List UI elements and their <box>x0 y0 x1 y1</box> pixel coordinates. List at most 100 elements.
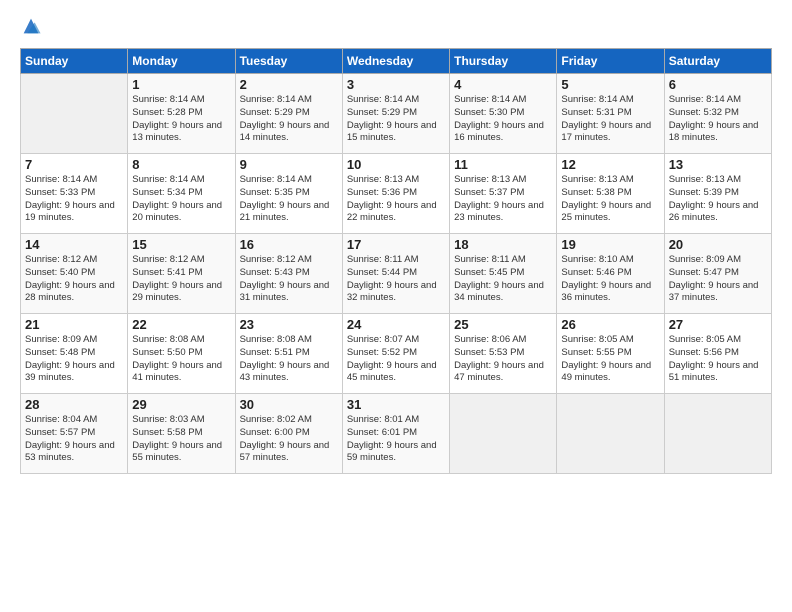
day-cell: 3 Sunrise: 8:14 AMSunset: 5:29 PMDaylight… <box>342 74 449 154</box>
day-number: 26 <box>561 317 659 332</box>
day-cell: 27Sunrise: 8:05 AMSunset: 5:56 PMDayligh… <box>664 314 771 394</box>
day-detail: Sunrise: 8:12 AMSunset: 5:40 PMDaylight:… <box>25 254 115 303</box>
day-number: 8 <box>132 157 230 172</box>
day-number: 4 <box>454 77 552 92</box>
day-detail: Sunrise: 8:12 AMSunset: 5:41 PMDaylight:… <box>132 254 222 303</box>
day-cell: 17Sunrise: 8:11 AMSunset: 5:44 PMDayligh… <box>342 234 449 314</box>
day-detail: Sunrise: 8:05 AMSunset: 5:56 PMDaylight:… <box>669 334 759 383</box>
calendar-page: SundayMondayTuesdayWednesdayThursdayFrid… <box>0 0 792 486</box>
day-number: 11 <box>454 157 552 172</box>
day-cell: 25 Sunrise: 8:06 AMSunset: 5:53 PMDayligh… <box>450 314 557 394</box>
day-number: 14 <box>25 237 123 252</box>
day-detail: Sunrise: 8:14 AMSunset: 5:28 PMDaylight:… <box>132 94 222 143</box>
day-cell: 7 Sunrise: 8:14 AMSunset: 5:33 PMDaylight… <box>21 154 128 234</box>
col-header-monday: Monday <box>128 49 235 74</box>
day-number: 29 <box>132 397 230 412</box>
day-detail: Sunrise: 8:14 AMSunset: 5:29 PMDaylight:… <box>347 94 437 143</box>
day-detail: Sunrise: 8:01 AMSunset: 6:01 PMDaylight:… <box>347 414 437 463</box>
day-cell: 5Sunrise: 8:14 AMSunset: 5:31 PMDaylight… <box>557 74 664 154</box>
day-cell: 31 Sunrise: 8:01 AMSunset: 6:01 PMDayligh… <box>342 394 449 474</box>
week-row-4: 21Sunrise: 8:09 AMSunset: 5:48 PMDayligh… <box>21 314 772 394</box>
week-row-1: 1 Sunrise: 8:14 AMSunset: 5:28 PMDaylight… <box>21 74 772 154</box>
day-number: 7 <box>25 157 123 172</box>
day-cell: 30 Sunrise: 8:02 AMSunset: 6:00 PMDayligh… <box>235 394 342 474</box>
day-cell: 10Sunrise: 8:13 AMSunset: 5:36 PMDayligh… <box>342 154 449 234</box>
logo-icon <box>20 15 42 37</box>
day-number: 6 <box>669 77 767 92</box>
day-number: 18 <box>454 237 552 252</box>
day-detail: Sunrise: 8:13 AMSunset: 5:39 PMDaylight:… <box>669 174 759 223</box>
day-cell <box>450 394 557 474</box>
day-cell: 9 Sunrise: 8:14 AMSunset: 5:35 PMDaylight… <box>235 154 342 234</box>
day-number: 15 <box>132 237 230 252</box>
day-cell: 14 Sunrise: 8:12 AMSunset: 5:40 PMDayligh… <box>21 234 128 314</box>
day-cell: 28Sunrise: 8:04 AMSunset: 5:57 PMDayligh… <box>21 394 128 474</box>
calendar-table: SundayMondayTuesdayWednesdayThursdayFrid… <box>20 48 772 474</box>
day-number: 3 <box>347 77 445 92</box>
col-header-wednesday: Wednesday <box>342 49 449 74</box>
day-cell: 23 Sunrise: 8:08 AMSunset: 5:51 PMDayligh… <box>235 314 342 394</box>
col-header-tuesday: Tuesday <box>235 49 342 74</box>
day-number: 17 <box>347 237 445 252</box>
day-cell: 8 Sunrise: 8:14 AMSunset: 5:34 PMDaylight… <box>128 154 235 234</box>
day-detail: Sunrise: 8:14 AMSunset: 5:34 PMDaylight:… <box>132 174 222 223</box>
day-number: 30 <box>240 397 338 412</box>
week-row-3: 14 Sunrise: 8:12 AMSunset: 5:40 PMDayligh… <box>21 234 772 314</box>
day-detail: Sunrise: 8:03 AMSunset: 5:58 PMDaylight:… <box>132 414 222 463</box>
day-detail: Sunrise: 8:06 AMSunset: 5:53 PMDaylight:… <box>454 334 544 383</box>
day-number: 5 <box>561 77 659 92</box>
day-detail: Sunrise: 8:10 AMSunset: 5:46 PMDaylight:… <box>561 254 651 303</box>
day-cell <box>557 394 664 474</box>
day-number: 12 <box>561 157 659 172</box>
day-cell <box>21 74 128 154</box>
day-cell: 21Sunrise: 8:09 AMSunset: 5:48 PMDayligh… <box>21 314 128 394</box>
day-detail: Sunrise: 8:04 AMSunset: 5:57 PMDaylight:… <box>25 414 115 463</box>
day-detail: Sunrise: 8:08 AMSunset: 5:50 PMDaylight:… <box>132 334 222 383</box>
day-number: 31 <box>347 397 445 412</box>
col-header-friday: Friday <box>557 49 664 74</box>
day-cell: 12 Sunrise: 8:13 AMSunset: 5:38 PMDayligh… <box>557 154 664 234</box>
day-detail: Sunrise: 8:13 AMSunset: 5:38 PMDaylight:… <box>561 174 651 223</box>
week-row-2: 7 Sunrise: 8:14 AMSunset: 5:33 PMDaylight… <box>21 154 772 234</box>
day-cell: 18Sunrise: 8:11 AMSunset: 5:45 PMDayligh… <box>450 234 557 314</box>
day-cell: 4 Sunrise: 8:14 AMSunset: 5:30 PMDaylight… <box>450 74 557 154</box>
day-detail: Sunrise: 8:02 AMSunset: 6:00 PMDaylight:… <box>240 414 330 463</box>
header-row: SundayMondayTuesdayWednesdayThursdayFrid… <box>21 49 772 74</box>
day-cell: 6 Sunrise: 8:14 AMSunset: 5:32 PMDaylight… <box>664 74 771 154</box>
day-number: 21 <box>25 317 123 332</box>
day-number: 23 <box>240 317 338 332</box>
day-number: 10 <box>347 157 445 172</box>
logo <box>20 16 44 38</box>
day-number: 22 <box>132 317 230 332</box>
header <box>20 16 772 38</box>
day-cell: 22 Sunrise: 8:08 AMSunset: 5:50 PMDayligh… <box>128 314 235 394</box>
day-cell: 1 Sunrise: 8:14 AMSunset: 5:28 PMDaylight… <box>128 74 235 154</box>
day-number: 24 <box>347 317 445 332</box>
day-number: 1 <box>132 77 230 92</box>
day-cell: 11 Sunrise: 8:13 AMSunset: 5:37 PMDayligh… <box>450 154 557 234</box>
day-cell <box>664 394 771 474</box>
day-detail: Sunrise: 8:14 AMSunset: 5:33 PMDaylight:… <box>25 174 115 223</box>
day-detail: Sunrise: 8:14 AMSunset: 5:30 PMDaylight:… <box>454 94 544 143</box>
day-cell: 16Sunrise: 8:12 AMSunset: 5:43 PMDayligh… <box>235 234 342 314</box>
week-row-5: 28Sunrise: 8:04 AMSunset: 5:57 PMDayligh… <box>21 394 772 474</box>
col-header-sunday: Sunday <box>21 49 128 74</box>
day-detail: Sunrise: 8:12 AMSunset: 5:43 PMDaylight:… <box>240 254 330 303</box>
day-cell: 19Sunrise: 8:10 AMSunset: 5:46 PMDayligh… <box>557 234 664 314</box>
day-detail: Sunrise: 8:09 AMSunset: 5:47 PMDaylight:… <box>669 254 759 303</box>
day-detail: Sunrise: 8:14 AMSunset: 5:29 PMDaylight:… <box>240 94 330 143</box>
day-number: 9 <box>240 157 338 172</box>
day-detail: Sunrise: 8:14 AMSunset: 5:35 PMDaylight:… <box>240 174 330 223</box>
day-detail: Sunrise: 8:05 AMSunset: 5:55 PMDaylight:… <box>561 334 651 383</box>
day-number: 2 <box>240 77 338 92</box>
day-detail: Sunrise: 8:13 AMSunset: 5:37 PMDaylight:… <box>454 174 544 223</box>
day-detail: Sunrise: 8:08 AMSunset: 5:51 PMDaylight:… <box>240 334 330 383</box>
day-number: 13 <box>669 157 767 172</box>
col-header-saturday: Saturday <box>664 49 771 74</box>
day-detail: Sunrise: 8:14 AMSunset: 5:32 PMDaylight:… <box>669 94 759 143</box>
day-cell: 2 Sunrise: 8:14 AMSunset: 5:29 PMDaylight… <box>235 74 342 154</box>
day-cell: 20Sunrise: 8:09 AMSunset: 5:47 PMDayligh… <box>664 234 771 314</box>
day-detail: Sunrise: 8:07 AMSunset: 5:52 PMDaylight:… <box>347 334 437 383</box>
day-number: 25 <box>454 317 552 332</box>
day-cell: 15 Sunrise: 8:12 AMSunset: 5:41 PMDayligh… <box>128 234 235 314</box>
